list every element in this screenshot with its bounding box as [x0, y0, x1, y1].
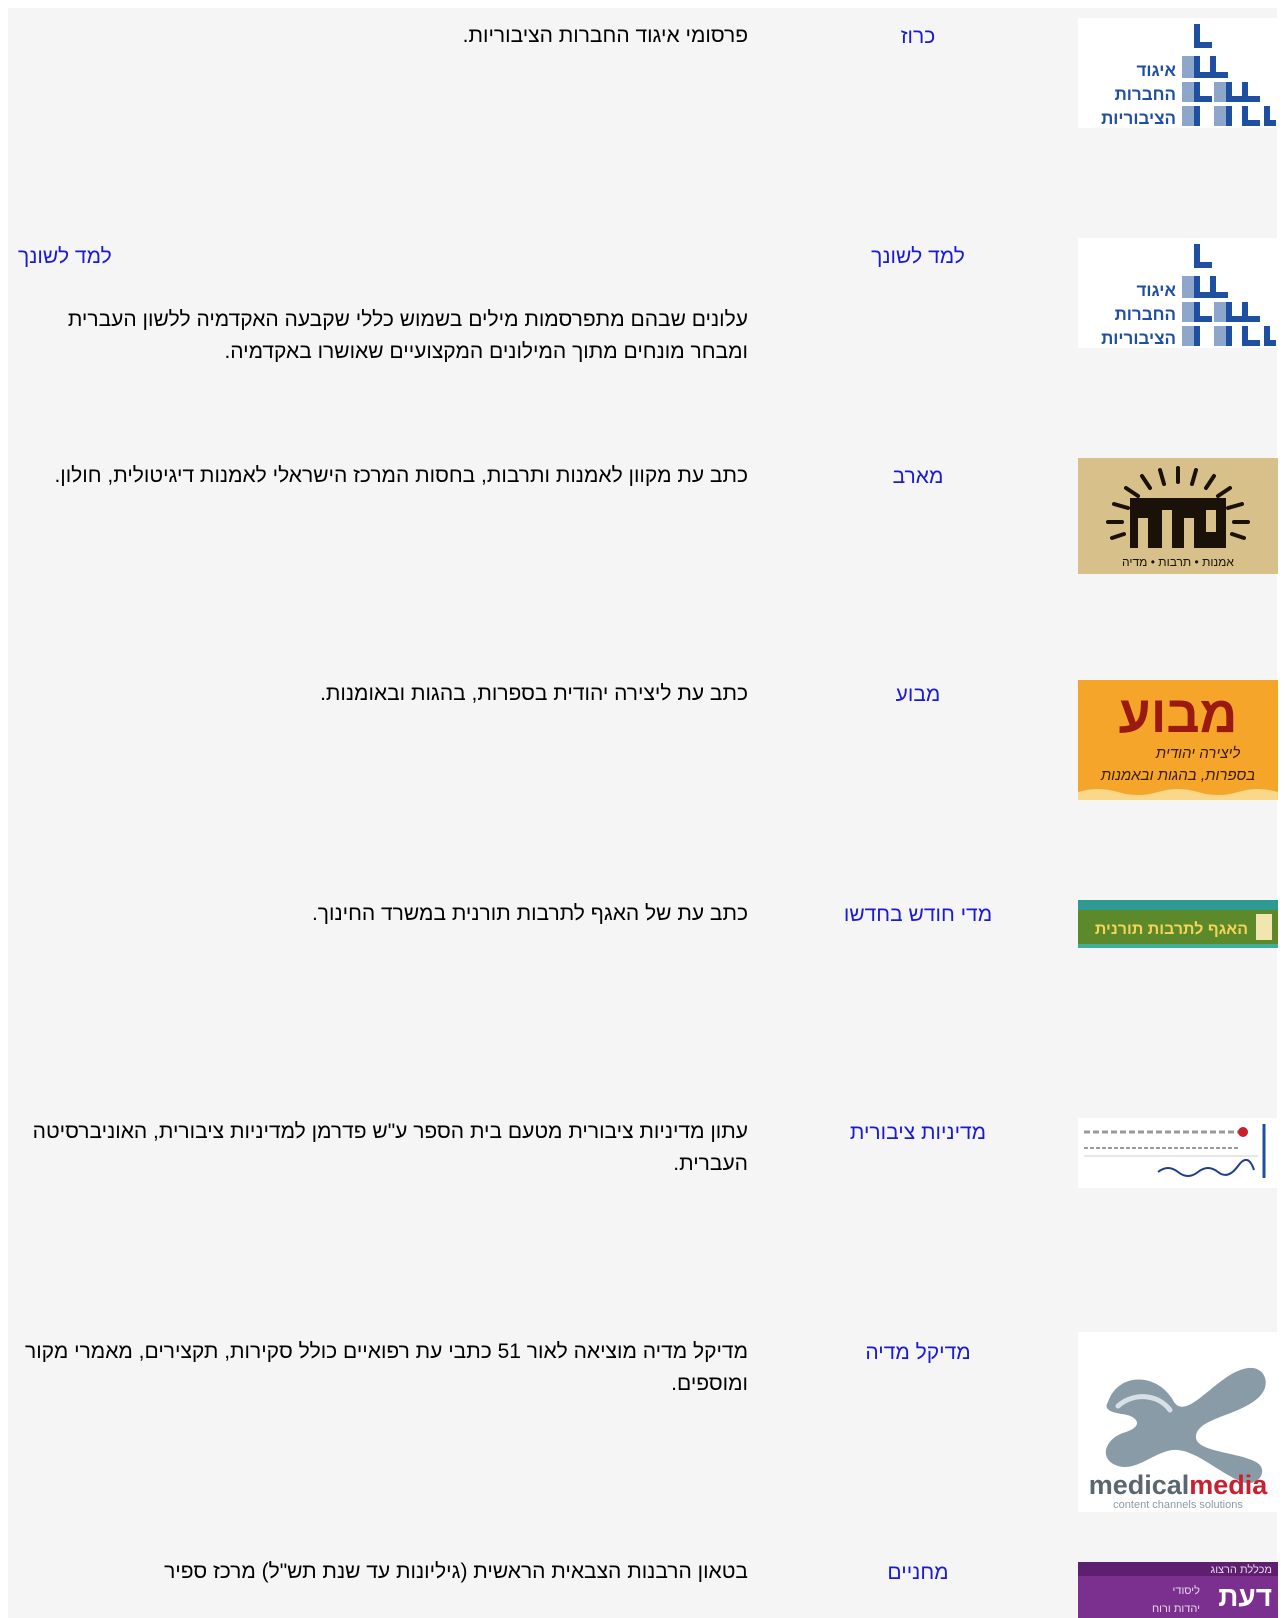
row-description: בטאון הרבנות הצבאית הראשית (גיליונות עד … — [164, 1560, 748, 1583]
row-title-link[interactable]: מדיניות ציבורית — [803, 1120, 1033, 1146]
igud-logo[interactable]: איגוד החברות הציבוריות — [1078, 18, 1278, 128]
medicalmedia-tagline: content channels solutions — [1113, 1499, 1243, 1511]
row-description-link[interactable]: למד לשונך — [18, 244, 748, 270]
row-description: פרסומי איגוד החברות הציבוריות. — [462, 24, 748, 47]
list-item: איגוד החברות הציבוריות למד לשונך למד לשו… — [8, 228, 1278, 448]
row-title-link[interactable]: כרוז — [803, 24, 1033, 50]
row-description: עתון מדיניות ציבורית מטעם בית הספר ע"ש פ… — [32, 1120, 748, 1175]
agaf-logo[interactable]: האגף לתרבות תורנית — [1078, 900, 1278, 948]
mabua-logo-line2: בספרות, בהגות ובאמנות — [1100, 767, 1255, 784]
list-item: מבוע ליצירה יהודית בספרות, בהגות ובאמנות… — [8, 666, 1278, 886]
daat-logo-sub2: יהדות ורוח — [1152, 1603, 1200, 1615]
igud-logo-line: החברות — [1115, 305, 1176, 324]
igud-logo-line: איגוד — [1136, 281, 1176, 300]
row-title-link[interactable]: מבוע — [803, 682, 1033, 708]
row-description: כתב עת מקוון לאמנות ותרבות, בחסות המרכז … — [54, 464, 748, 487]
row-title-link[interactable]: מארב — [803, 464, 1033, 490]
agaf-logo-text: האגף לתרבות תורנית — [1095, 920, 1248, 938]
row-title-link[interactable]: מחניים — [803, 1560, 1033, 1586]
row-title-link[interactable]: למד לשונך — [803, 244, 1033, 270]
svg-text:medicalmedia: medicalmedia — [1089, 1470, 1269, 1500]
list-item: medicalmedia content channels solutions … — [8, 1324, 1278, 1544]
list-item: איגוד החברות הציבוריות כרוז פרסומי איגוד… — [8, 8, 1278, 228]
list-item: אמנות • תרבות • מדיה מארב כתב עת מקוון ל… — [8, 448, 1278, 666]
row-description: כתב עת של האגף לתרבות תורנית במשרד החינו… — [311, 902, 748, 925]
maarav-logo[interactable]: אמנות • תרבות • מדיה — [1078, 458, 1278, 574]
medicalmedia-logo[interactable]: medicalmedia content channels solutions — [1078, 1332, 1278, 1512]
mabua-logo-word: מבוע — [1119, 686, 1238, 744]
igud-logo-line: הציבוריות — [1101, 109, 1176, 128]
medicalmedia-word2: media — [1189, 1470, 1268, 1500]
row-description: כתב עת ליצירה יהודית בספרות, בהגות ובאומ… — [320, 682, 748, 705]
maarav-logo-tagline: אמנות • תרבות • מדיה — [1122, 555, 1234, 569]
daat-logo[interactable]: מכללת הרצוג דעת ליסודי יהדות ורוח — [1078, 1562, 1278, 1618]
row-description-link-text[interactable]: למד לשונך — [18, 245, 112, 268]
medicalmedia-word1: medical — [1089, 1470, 1190, 1500]
list-item: מכללת הרצוג דעת ליסודי יהדות ורוח מחניים… — [8, 1544, 1278, 1618]
row-title-link[interactable]: מדיקל מדיה — [803, 1340, 1033, 1366]
daat-logo-word: דעת — [1218, 1581, 1272, 1612]
daat-logo-sub1: ליסודי — [1173, 1584, 1201, 1597]
row-description: עלונים שבהם מתפרסמות מילים בשמוש כללי שק… — [67, 308, 748, 363]
mediniut-logo[interactable] — [1078, 1118, 1278, 1188]
daat-logo-top: מכללת הרצוג — [1211, 1563, 1272, 1576]
igud-logo-line: החברות — [1115, 85, 1176, 104]
mabua-logo[interactable]: מבוע ליצירה יהודית בספרות, בהגות ובאמנות — [1078, 680, 1278, 800]
mabua-logo-line1: ליצירה יהודית — [1155, 745, 1240, 762]
list-item: האגף לתרבות תורנית מדי חודש בחדשו כתב עת… — [8, 886, 1278, 1104]
list-item: מדיניות ציבורית עתון מדיניות ציבורית מטע… — [8, 1104, 1278, 1324]
igud-logo-line: הציבוריות — [1101, 329, 1176, 348]
row-description: מדיקל מדיה מוציאה לאור 51 כתבי עת רפואיי… — [25, 1340, 748, 1395]
page-frame: איגוד החברות הציבוריות כרוז פרסומי איגוד… — [8, 8, 1278, 1618]
row-title-link[interactable]: מדי חודש בחדשו — [803, 902, 1033, 928]
igud-logo-line: איגוד — [1136, 61, 1176, 80]
igud-logo[interactable]: איגוד החברות הציבוריות — [1078, 238, 1278, 348]
